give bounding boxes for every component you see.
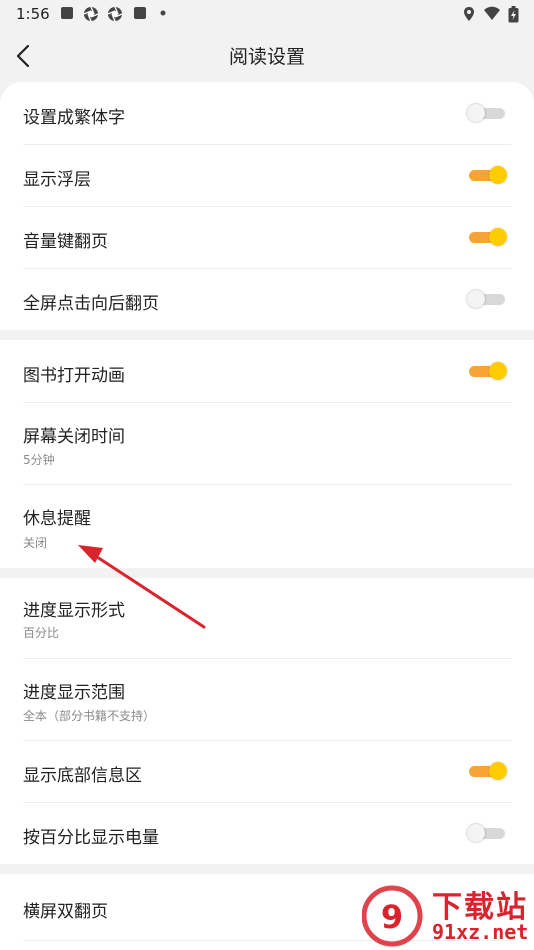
svg-text:9: 9 [381,898,403,936]
setting-value: 全本（部分书籍不支持） [23,709,156,723]
setting-label: 设置成繁体字 [23,108,125,128]
setting-label: 显示浮层 [23,170,91,190]
setting-progress-format[interactable]: 进度显示形式 百分比 [0,578,534,658]
setting-screen-off-time[interactable]: 屏幕关闭时间 5分钟 [0,402,534,484]
notification-square-icon [134,7,146,19]
setting-battery-percentage[interactable]: 按百分比显示电量 [0,802,534,864]
setting-label: 按百分比显示电量 [23,828,159,848]
section-gap [0,330,534,340]
notification-square-icon [61,7,73,19]
setting-label: 全屏点击向后翻页 [23,294,159,314]
watermark: 9 下载站 91xz.net [362,880,534,950]
aperture-icon [107,6,123,22]
setting-value: 5分钟 [23,453,55,467]
setting-progress-range[interactable]: 进度显示范围 全本（部分书籍不支持） [0,658,534,740]
setting-label: 进度显示形式 [23,601,125,621]
page-title: 阅读设置 [228,46,305,68]
status-time: 1:56 [16,5,50,23]
setting-label: 横屏双翻页 [23,902,108,922]
wifi-icon [484,6,500,20]
setting-label: 音量键翻页 [23,232,108,252]
traditional-chinese-toggle[interactable] [467,103,507,123]
app-header: 阅读设置 [0,28,534,84]
setting-label: 屏幕关闭时间 [23,427,125,447]
setting-bottom-info-area[interactable]: 显示底部信息区 [0,740,534,802]
settings-list: 设置成繁体字 显示浮层 音量键翻页 全屏点击向后翻页 图书打开动画 屏幕关闭时间… [0,82,534,950]
battery-charging-icon [508,6,519,23]
setting-value: 关闭 [23,536,48,550]
setting-rest-reminder[interactable]: 休息提醒 关闭 [0,484,534,568]
setting-label: 显示底部信息区 [23,766,142,786]
setting-book-open-animation[interactable]: 图书打开动画 [0,340,534,402]
status-bar: 1:56 [0,0,534,28]
section-gap [0,864,534,874]
setting-fullscreen-tap-forward[interactable]: 全屏点击向后翻页 [0,268,534,330]
bottom-info-area-toggle[interactable] [467,761,507,781]
setting-label: 图书打开动画 [23,366,125,386]
battery-percentage-toggle[interactable] [467,823,507,843]
volume-key-page-turn-toggle[interactable] [467,227,507,247]
setting-label: 进度显示范围 [23,683,125,703]
setting-traditional-chinese[interactable]: 设置成繁体字 [0,82,534,144]
watermark-domain: 91xz.net [432,920,529,944]
location-icon [464,7,474,21]
more-notifications-dot-icon [160,10,166,16]
setting-label: 休息提醒 [23,509,91,529]
setting-volume-key-page-turn[interactable]: 音量键翻页 [0,206,534,268]
aperture-icon [83,6,99,22]
book-open-animation-toggle[interactable] [467,361,507,381]
section-gap [0,568,534,578]
setting-show-overlay[interactable]: 显示浮层 [0,144,534,206]
setting-value: 百分比 [23,626,60,640]
site-logo-icon: 9 [362,885,423,947]
fullscreen-tap-forward-toggle[interactable] [467,289,507,309]
show-overlay-toggle[interactable] [467,165,507,185]
